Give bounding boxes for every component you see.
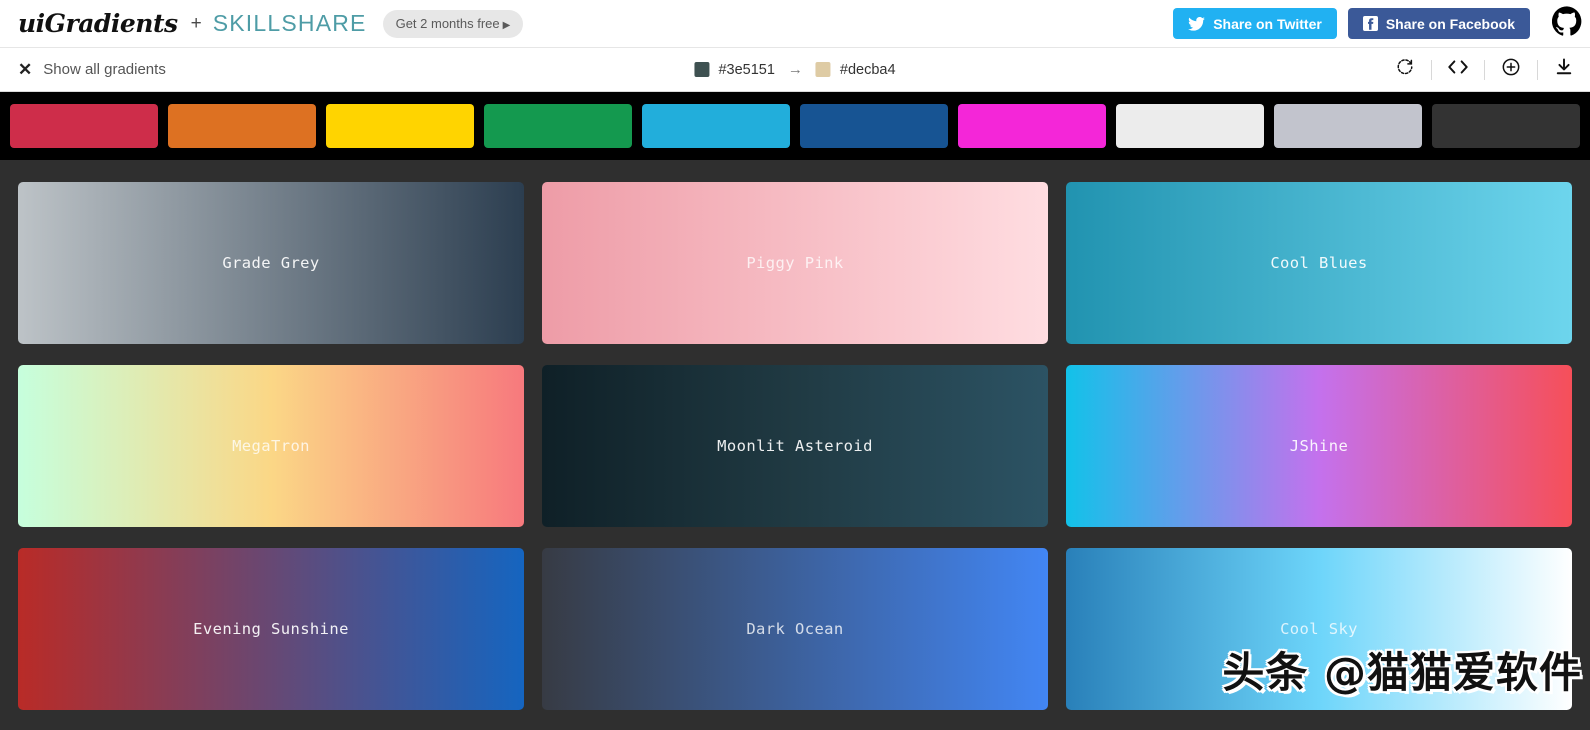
github-icon [1552,6,1582,41]
gradient-card-label: Piggy Pink [746,254,843,272]
gradient-card[interactable]: Piggy Pink [542,182,1048,344]
gradient-grid: Grade Grey Piggy Pink Cool Blues MegaTron Mo… [0,160,1590,710]
gradient-card-label: Dark Ocean [746,620,843,638]
plus-separator: + [191,13,202,35]
swatch-orange[interactable] [168,104,316,148]
swatch-yellow[interactable] [326,104,474,148]
swatch-charcoal[interactable] [1432,104,1580,148]
partner-skillshare[interactable]: SKILLSHARE [213,10,367,37]
gradient-card[interactable]: Moonlit Asteroid [542,365,1048,527]
gradient-card-label: JShine [1290,437,1348,455]
swatch-silver[interactable] [1274,104,1422,148]
caret-right-icon: ▶ [503,20,511,31]
close-icon: ✕ [18,61,32,78]
color-start-hex[interactable]: #3e5151 [718,62,774,78]
facebook-icon [1363,16,1378,31]
color-end-swatch[interactable] [816,62,831,77]
share-facebook-label: Share on Facebook [1386,16,1515,32]
sub-bar-tools [1379,48,1590,91]
code-icon [1447,58,1469,81]
share-twitter-label: Share on Twitter [1213,16,1322,32]
add-gradient-button[interactable] [1485,48,1537,92]
color-end-hex[interactable]: #decba4 [840,62,896,78]
swatch-crimson[interactable] [10,104,158,148]
twitter-icon [1188,17,1205,31]
download-icon [1554,57,1574,82]
color-start-swatch[interactable] [694,62,709,77]
gradient-card[interactable]: Dark Ocean [542,548,1048,710]
top-bar-actions: Share on Twitter Share on Facebook [1173,0,1590,47]
gradient-card-label: Cool Blues [1270,254,1367,272]
color-filter-strip [0,92,1590,160]
get-code-button[interactable] [1432,48,1484,92]
swatch-white[interactable] [1116,104,1264,148]
swatch-magenta[interactable] [958,104,1106,148]
show-all-gradients-button[interactable]: ✕ Show all gradients [18,61,166,78]
rotate-gradient-button[interactable] [1379,48,1431,92]
sub-bar: ✕ Show all gradients #3e5151 → #decba4 [0,48,1590,92]
swatch-blue[interactable] [800,104,948,148]
swatch-cyan[interactable] [642,104,790,148]
gradient-card[interactable]: JShine [1066,365,1572,527]
show-all-gradients-label: Show all gradients [43,61,166,78]
download-button[interactable] [1538,48,1590,92]
gradient-card[interactable]: Cool Sky [1066,548,1572,710]
share-twitter-button[interactable]: Share on Twitter [1173,8,1337,39]
gradient-card-label: Cool Sky [1280,620,1358,638]
share-facebook-button[interactable]: Share on Facebook [1348,8,1530,39]
gradient-card-label: Grade Grey [222,254,319,272]
gradient-card[interactable]: MegaTron [18,365,524,527]
gradient-card-label: Evening Sunshine [193,620,349,638]
gradient-card-label: MegaTron [232,437,310,455]
promo-label: Get 2 months free [396,16,500,31]
swatch-green[interactable] [484,104,632,148]
promo-button[interactable]: Get 2 months free▶ [383,10,524,38]
gradient-card[interactable]: Grade Grey [18,182,524,344]
gradient-card[interactable]: Cool Blues [1066,182,1572,344]
gradient-hex-readout: #3e5151 → #decba4 [694,48,895,91]
gradient-card[interactable]: Evening Sunshine [18,548,524,710]
plus-circle-icon [1501,57,1521,82]
gradient-card-label: Moonlit Asteroid [717,437,873,455]
github-link[interactable] [1544,0,1590,48]
logo-uigradients[interactable]: uiGradients [18,9,178,38]
rotate-icon [1396,58,1414,81]
arrow-right-icon: → [788,61,803,78]
top-bar: uiGradients + SKILLSHARE Get 2 months fr… [0,0,1590,48]
